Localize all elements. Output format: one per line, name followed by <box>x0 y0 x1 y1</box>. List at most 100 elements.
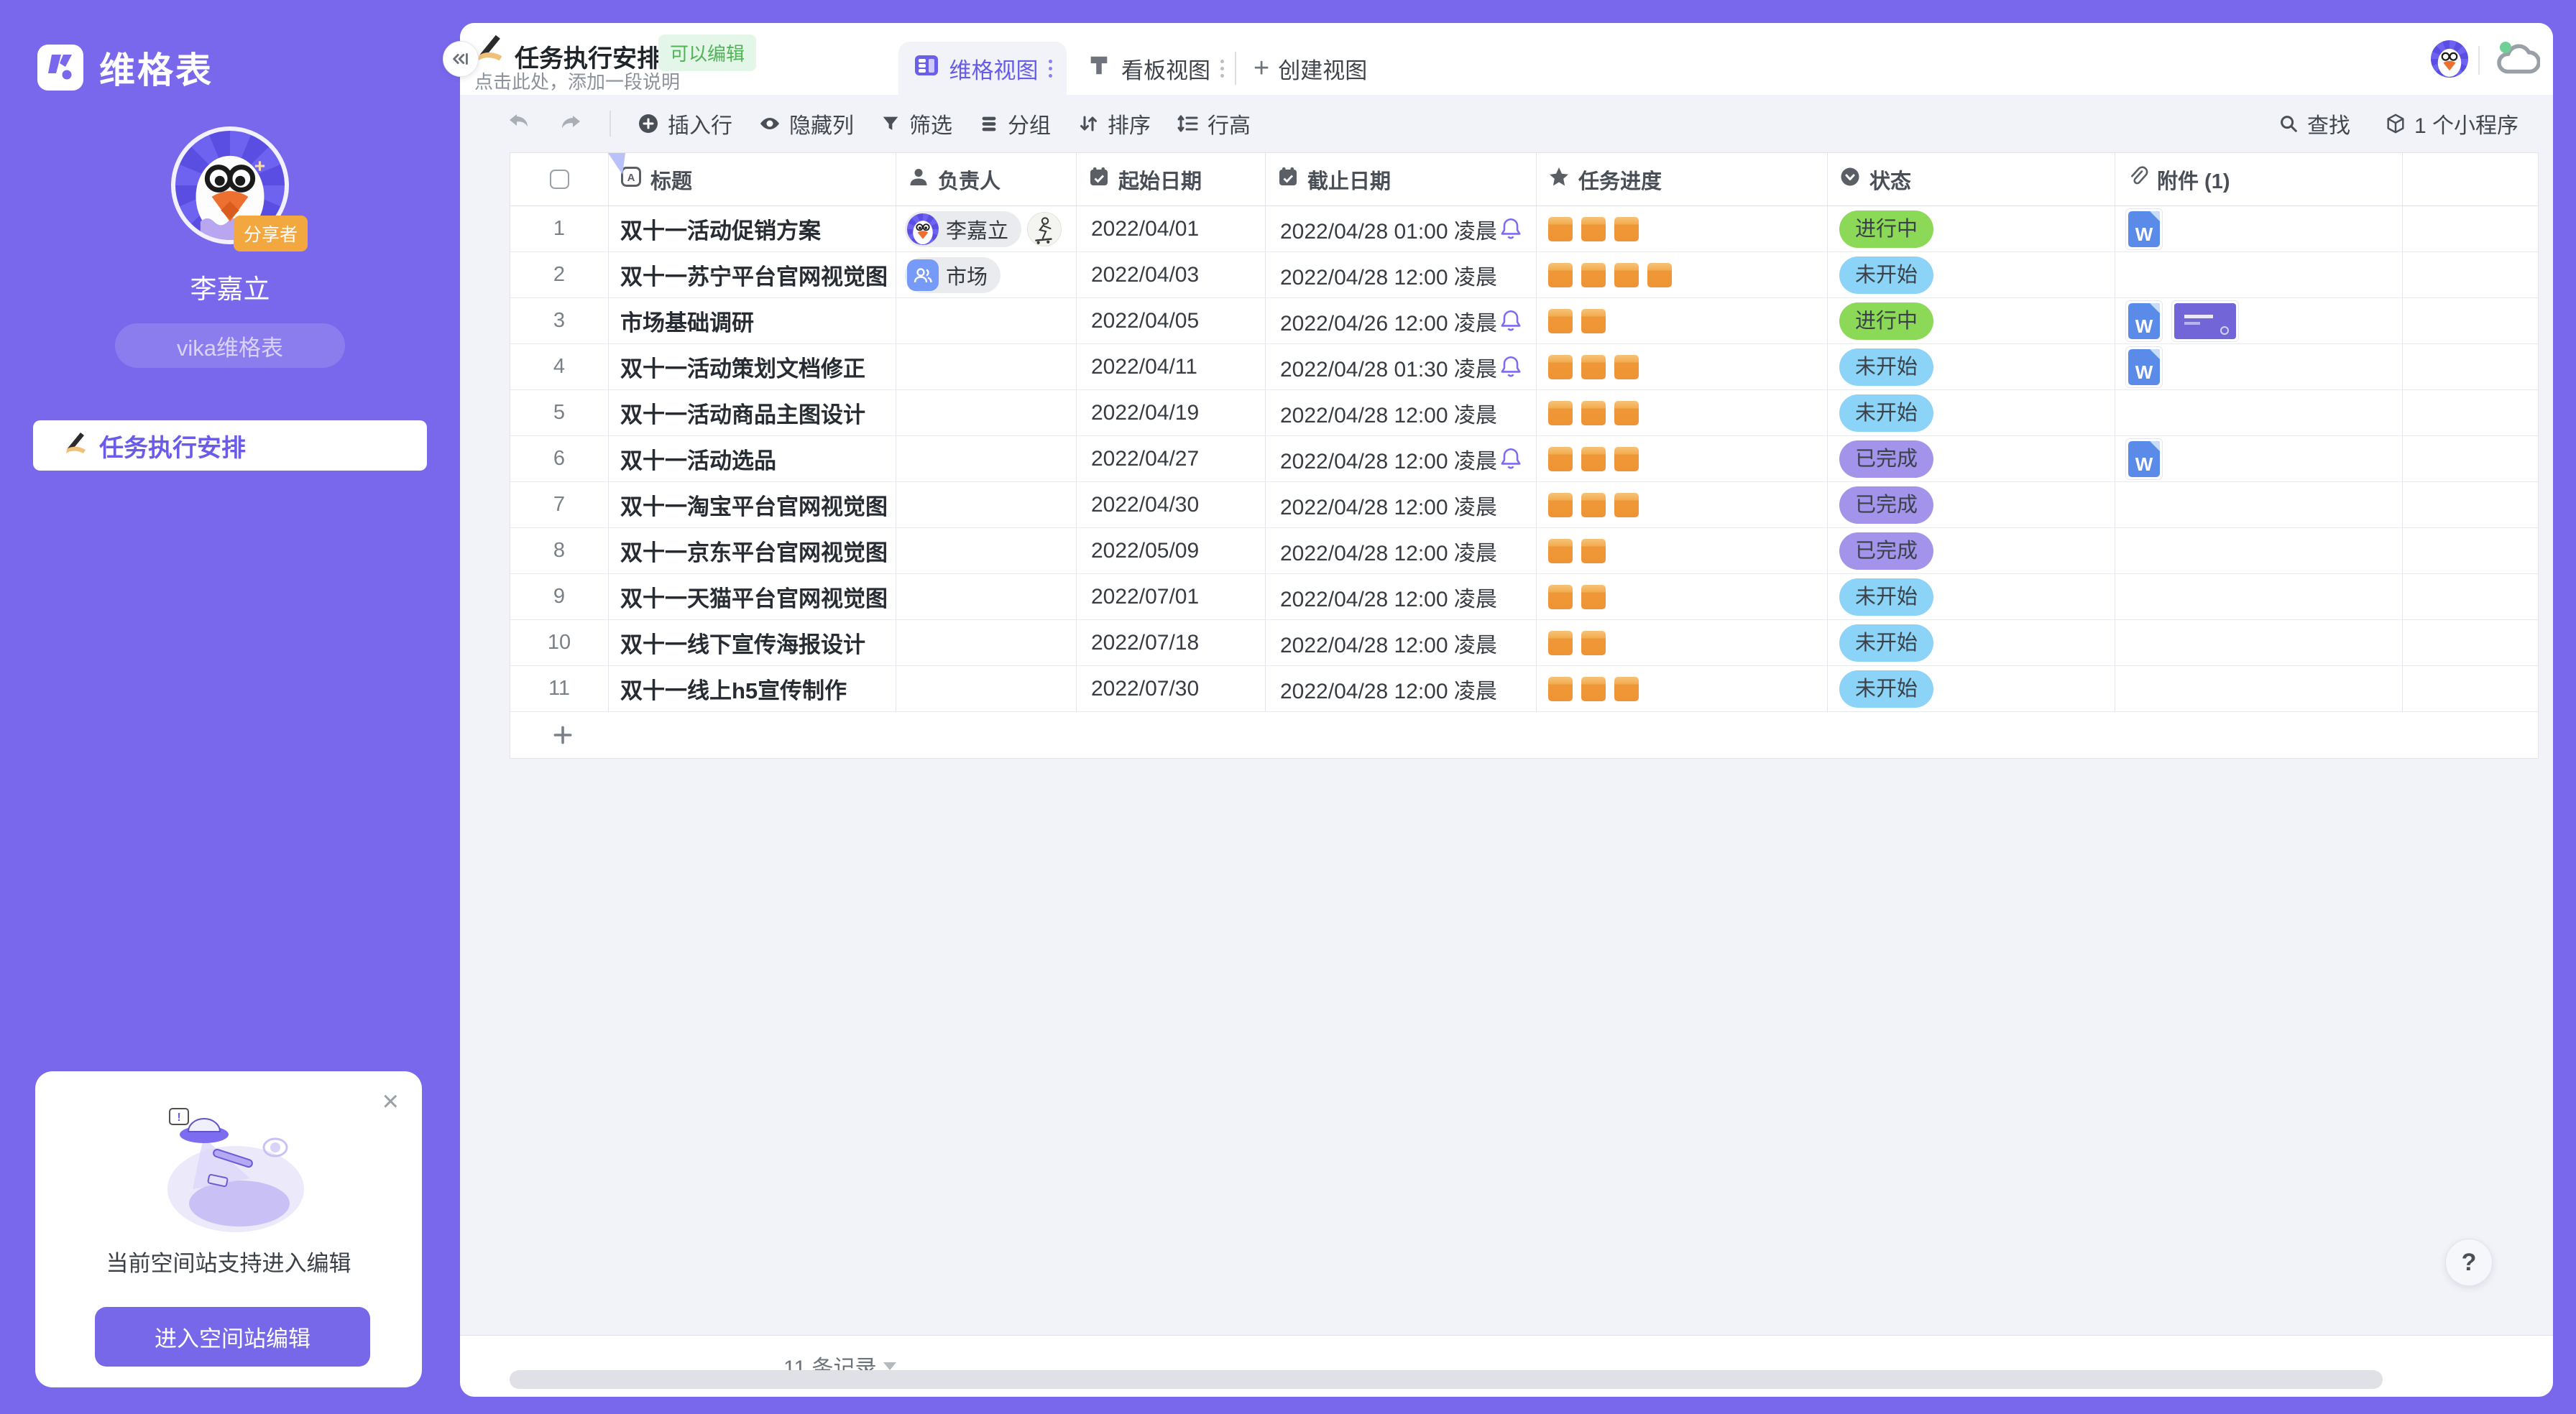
tab-menu-icon[interactable] <box>1220 60 1224 78</box>
task-title-cell[interactable]: 双十一线下宣传海报设计 <box>609 620 896 665</box>
insert-row-button[interactable]: 插入行 <box>637 108 732 139</box>
row-number-cell[interactable]: 3 <box>510 298 609 343</box>
start-date-cell[interactable]: 2022/07/30 <box>1077 666 1266 711</box>
table-row[interactable]: 7双十一淘宝平台官网视觉图 2022/04/302022/04/28 12:00 … <box>510 482 2538 528</box>
vika-logo-icon[interactable] <box>37 45 83 91</box>
start-date-cell[interactable]: 2022/07/18 <box>1077 620 1266 665</box>
progress-cell[interactable] <box>1537 390 1828 435</box>
column-header-paperclip[interactable]: 附件 (1) <box>2115 153 2403 205</box>
hide-fields-button[interactable]: 隐藏列 <box>758 108 854 139</box>
checkbox-icon[interactable] <box>550 170 569 189</box>
due-date-cell[interactable]: 2022/04/28 12:00 凌晨 <box>1266 482 1537 527</box>
word-file-icon[interactable]: W <box>2125 346 2163 388</box>
horizontal-scrollbar[interactable] <box>510 1370 2383 1389</box>
task-title-cell[interactable]: 双十一线上h5宣传制作 <box>609 666 896 711</box>
status-cell[interactable]: 进行中 <box>1828 298 2115 343</box>
tab-grid-view[interactable]: 维格视图 <box>898 42 1067 95</box>
due-date-cell[interactable]: 2022/04/28 12:00 凌晨 <box>1266 528 1537 573</box>
select-all-checkbox-cell[interactable] <box>510 153 609 205</box>
reminder-bell-icon[interactable] <box>1499 446 1523 476</box>
attachment-cell[interactable] <box>2115 620 2403 665</box>
table-row[interactable]: 9双十一天猫平台官网视觉图2022/07/012022/04/28 12:00 … <box>510 574 2538 620</box>
column-header-text-field[interactable]: A标题 <box>609 153 896 205</box>
due-date-cell[interactable]: 2022/04/28 12:00 凌晨 <box>1266 666 1537 711</box>
word-file-icon[interactable]: W <box>2125 438 2163 480</box>
owner-cell[interactable] <box>896 344 1077 389</box>
due-date-cell[interactable]: 2022/04/28 12:00 凌晨 <box>1266 436 1537 481</box>
group-chip[interactable]: 市场 <box>905 257 1000 293</box>
column-header-calendar[interactable]: 起始日期 <box>1077 153 1266 205</box>
row-number-cell[interactable]: 8 <box>510 528 609 573</box>
start-date-cell[interactable]: 2022/04/03 <box>1077 252 1266 297</box>
progress-cell[interactable] <box>1537 528 1828 573</box>
attachment-cell[interactable]: W <box>2115 298 2403 343</box>
start-date-cell[interactable]: 2022/04/27 <box>1077 436 1266 481</box>
row-number-cell[interactable]: 9 <box>510 574 609 619</box>
row-number-cell[interactable]: 2 <box>510 252 609 297</box>
collapse-sidebar-button[interactable] <box>443 41 479 77</box>
progress-cell[interactable] <box>1537 344 1828 389</box>
owner-cell[interactable] <box>896 528 1077 573</box>
attachment-cell[interactable]: W <box>2115 206 2403 251</box>
tab-menu-icon[interactable] <box>1049 60 1052 78</box>
task-title-cell[interactable]: 双十一淘宝平台官网视觉图 <box>609 482 896 527</box>
status-cell[interactable]: 已完成 <box>1828 436 2115 481</box>
row-number-cell[interactable]: 11 <box>510 666 609 711</box>
progress-cell[interactable] <box>1537 298 1828 343</box>
filter-button[interactable]: 筛选 <box>880 108 952 139</box>
search-button[interactable]: 查找 <box>2278 108 2350 139</box>
row-number-cell[interactable]: 6 <box>510 436 609 481</box>
status-cell[interactable]: 未开始 <box>1828 390 2115 435</box>
close-icon[interactable]: × <box>382 1087 399 1116</box>
due-date-cell[interactable]: 2022/04/28 01:30 凌晨 <box>1266 344 1537 389</box>
workspace-button[interactable]: vika维格表 <box>115 323 345 368</box>
collaborator-avatar[interactable] <box>2431 40 2468 78</box>
sort-button[interactable]: 排序 <box>1077 108 1151 139</box>
attachment-cell[interactable] <box>2115 482 2403 527</box>
progress-cell[interactable] <box>1537 620 1828 665</box>
undo-icon[interactable] <box>506 109 532 139</box>
group-button[interactable]: 分组 <box>978 108 1051 139</box>
task-title-cell[interactable]: 双十一活动选品 <box>609 436 896 481</box>
column-header-calendar[interactable]: 截止日期 <box>1266 153 1537 205</box>
attachment-cell[interactable]: W <box>2115 436 2403 481</box>
status-cell[interactable]: 已完成 <box>1828 528 2115 573</box>
owner-cell[interactable] <box>896 436 1077 481</box>
start-date-cell[interactable]: 2022/05/09 <box>1077 528 1266 573</box>
row-number-cell[interactable]: 1 <box>510 206 609 251</box>
owner-cell[interactable]: 李嘉立 <box>896 206 1077 251</box>
task-title-cell[interactable]: 双十一苏宁平台官网视觉图 <box>609 252 896 297</box>
table-row[interactable]: 3市场基础调研2022/04/052022/04/26 12:00 凌晨进行中W <box>510 298 2538 344</box>
due-date-cell[interactable]: 2022/04/26 12:00 凌晨 <box>1266 298 1537 343</box>
task-title-cell[interactable]: 双十一天猫平台官网视觉图 <box>609 574 896 619</box>
status-cell[interactable]: 未开始 <box>1828 252 2115 297</box>
attachment-cell[interactable] <box>2115 252 2403 297</box>
description-placeholder[interactable]: 点击此处，添加一段说明 <box>474 68 680 94</box>
enter-edit-button[interactable]: 进入空间站编辑 <box>95 1307 370 1367</box>
reminder-bell-icon[interactable] <box>1499 354 1523 384</box>
add-row-button[interactable] <box>510 712 2538 758</box>
member-avatar[interactable] <box>1027 212 1062 246</box>
progress-cell[interactable] <box>1537 206 1828 251</box>
table-row[interactable]: 2双十一苏宁平台官网视觉图市场2022/04/032022/04/28 12:0… <box>510 252 2538 298</box>
widgets-button[interactable]: 1 个小程序 <box>2385 108 2518 139</box>
progress-cell[interactable] <box>1537 252 1828 297</box>
status-cell[interactable]: 未开始 <box>1828 666 2115 711</box>
column-header-select[interactable]: 状态 <box>1828 153 2115 205</box>
owner-cell[interactable] <box>896 482 1077 527</box>
due-date-cell[interactable]: 2022/04/28 01:00 凌晨 <box>1266 206 1537 251</box>
start-date-cell[interactable]: 2022/04/01 <box>1077 206 1266 251</box>
status-cell[interactable]: 未开始 <box>1828 344 2115 389</box>
start-date-cell[interactable]: 2022/04/11 <box>1077 344 1266 389</box>
sidebar-item-task-sheet[interactable]: 任务执行安排 <box>33 420 427 471</box>
progress-cell[interactable] <box>1537 482 1828 527</box>
row-number-cell[interactable]: 7 <box>510 482 609 527</box>
owner-cell[interactable]: 市场 <box>896 252 1077 297</box>
progress-cell[interactable] <box>1537 436 1828 481</box>
attachment-cell[interactable]: W <box>2115 344 2403 389</box>
create-view-button[interactable]: + 创建视图 <box>1254 42 1367 95</box>
start-date-cell[interactable]: 2022/04/30 <box>1077 482 1266 527</box>
status-cell[interactable]: 未开始 <box>1828 574 2115 619</box>
row-number-cell[interactable]: 5 <box>510 390 609 435</box>
word-file-icon[interactable]: W <box>2125 300 2163 342</box>
